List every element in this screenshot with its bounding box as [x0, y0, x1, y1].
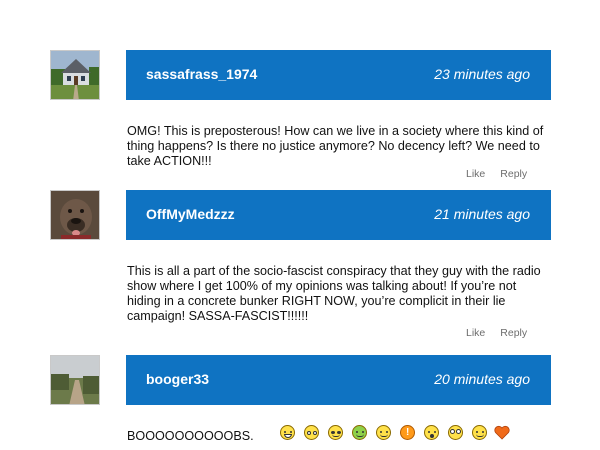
comment-text: BOOOOOOOOOOBS.: [127, 429, 254, 443]
smile-emoji-icon: [376, 425, 391, 440]
avatar[interactable]: [50, 355, 100, 405]
goggle-eyed-emoji-icon: [448, 425, 463, 440]
like-link[interactable]: Like: [466, 327, 485, 339]
username[interactable]: booger33: [146, 371, 209, 387]
comment-actions: Like Reply: [466, 327, 527, 339]
warning-emoji-icon: !: [400, 425, 415, 440]
timestamp: 21 minutes ago: [434, 206, 530, 222]
avatar[interactable]: [50, 190, 100, 240]
surprised-emoji-icon: [304, 425, 319, 440]
comment-text: This is all a part of the socio-fascist …: [127, 264, 541, 323]
comment-text: OMG! This is preposterous! How can we li…: [127, 124, 544, 168]
like-link[interactable]: Like: [466, 168, 485, 180]
comment-header: sassafrass_1974 23 minutes ago: [126, 50, 551, 100]
comment-header: OffMyMedzzz 21 minutes ago: [126, 190, 551, 240]
username[interactable]: OffMyMedzzz: [146, 206, 235, 222]
grin-emoji-icon: [472, 425, 487, 440]
laughing-emoji-icon: [280, 425, 295, 440]
heart-emoji-icon: [494, 425, 510, 440]
house-avatar-image: [51, 51, 99, 99]
comment-actions: Like Reply: [466, 168, 527, 180]
reply-link[interactable]: Reply: [500, 168, 527, 180]
reply-link[interactable]: Reply: [500, 327, 527, 339]
timestamp: 20 minutes ago: [434, 371, 530, 387]
green-sick-emoji-icon: [352, 425, 367, 440]
timestamp: 23 minutes ago: [434, 66, 530, 82]
username[interactable]: sassafrass_1974: [146, 66, 257, 82]
scared-emoji-icon: [424, 425, 439, 440]
dog-avatar-image: [51, 191, 99, 239]
path-avatar-image: [51, 356, 99, 404]
nerd-emoji-icon: [328, 425, 343, 440]
comment-header: booger33 20 minutes ago: [126, 355, 551, 405]
avatar[interactable]: [50, 50, 100, 100]
